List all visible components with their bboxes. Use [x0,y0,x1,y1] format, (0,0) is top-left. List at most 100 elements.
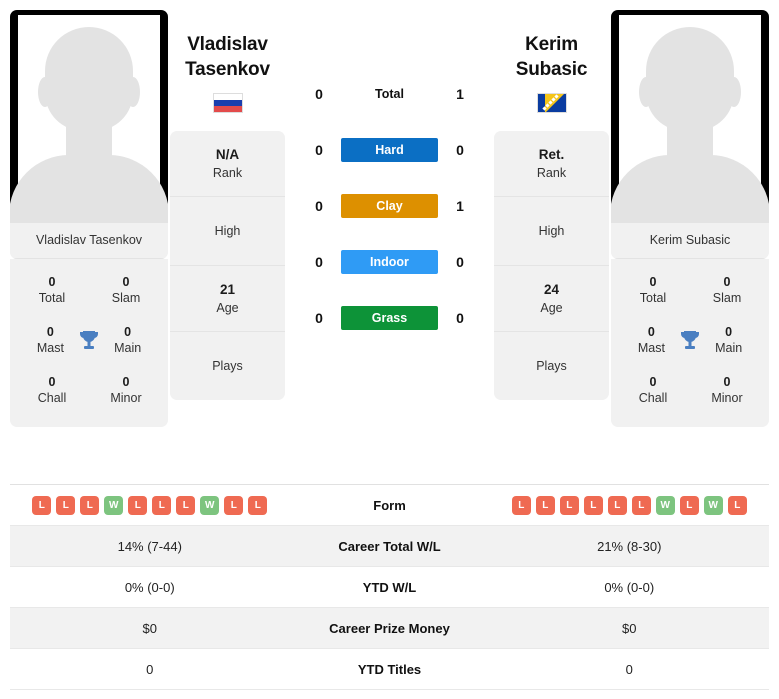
h2h-row-grass: 0 Grass 0 [287,290,492,346]
right-titles-chall: 0 Chall [625,374,681,407]
left-career_prize_money-value: $0 [142,620,157,636]
h2h-right-score: 0 [456,254,464,270]
left-titles-chall-value: 0 [48,375,56,389]
right-titles-minor: 0 Minor [699,374,755,407]
russia-flag-icon [212,93,243,113]
left-titles-slam-value: 0 [122,275,130,289]
right-ytd_titles-value: 0 [625,661,633,677]
right-career_prize_money-value: $0 [622,620,637,636]
right-age-label: Age [540,301,563,315]
right-titles-total-value: 0 [649,275,657,289]
right-high-cell: High [494,197,609,266]
left-titles-main: 0 Main [101,324,154,357]
right-titles-mast: 0 Mast [625,324,678,357]
comparison-header: Vladislav Tasenkov 0 Total 0 Slam 0 Mast… [0,0,779,472]
right-form-value: LLLLLLWLWL [490,495,770,515]
form-badge-l[interactable]: L [583,495,603,515]
left-player-photo [10,10,168,223]
left-rank-value: N/A [215,147,240,162]
right-titles-main: 0 Main [702,324,755,357]
form-badge-l[interactable]: L [224,495,244,515]
form-badge-l[interactable]: L [511,495,531,515]
right-high-label: High [538,224,565,238]
form-badge-l[interactable]: L [176,495,196,515]
form-badge-l[interactable]: L [679,495,699,515]
left-titles-main-label: Main [114,341,142,355]
left-form-strip: LLLWLLLWLL [10,495,290,515]
right-titles-row-1: 0 Total 0 Slam [611,265,769,315]
right-player-info-column: Kerim Subasic Ret. Rank High 24 Age Play… [494,10,609,400]
form-badge-l[interactable]: L [80,495,100,515]
right-form-strip: LLLLLLWLWL [490,495,770,515]
trophy-icon [77,326,102,356]
surface-badge-hard[interactable]: Hard [341,138,438,162]
right-age-cell: 24 Age [494,266,609,332]
stat-label: Career Prize Money [329,620,450,636]
form-badge-l[interactable]: L [152,495,172,515]
surface-badge-grass[interactable]: Grass [341,306,438,330]
left-player-last-name: Tasenkov [185,59,270,80]
form-badge-l[interactable]: L [631,495,651,515]
left-player-first-name: Vladislav [187,34,268,55]
h2h-right-score: 0 [456,310,464,326]
left-plays-label: Plays [212,359,243,373]
right-rank-value: Ret. [538,147,565,162]
h2h-left-score: 0 [315,310,323,326]
left-rank-label: Rank [212,166,243,180]
right-titles-card: 0 Total 0 Slam 0 Mast 0 Main 0 Chall 0 M… [611,259,769,427]
right-player-name: Kerim Subasic [611,223,769,259]
left-ytd_wl-value: 0% (0-0) [124,579,175,595]
left-player-name: Vladislav Tasenkov [10,223,168,259]
right-player-photo-card: Kerim Subasic [611,10,769,259]
right-plays-cell: Plays [494,332,609,400]
form-badge-l[interactable]: L [607,495,627,515]
left-age-label: Age [216,301,239,315]
form-badge-l[interactable]: L [32,495,52,515]
h2h-row-total: 0 Total 1 [287,66,492,122]
left-titles-chall-label: Chall [37,391,67,405]
left-titles-minor-label: Minor [110,391,142,405]
right-titles-slam: 0 Slam [699,274,755,307]
table-row: 0% (0-0) YTD W/L 0% (0-0) [10,567,769,608]
right-titles-slam-label: Slam [712,291,742,305]
right-titles-mast-label: Mast [637,341,665,355]
left-high-label: High [214,224,241,238]
form-badge-w[interactable]: W [703,495,723,515]
left-titles-total: 0 Total [24,274,80,307]
surface-badge-total[interactable]: Total [341,82,438,106]
left-titles-minor: 0 Minor [98,374,154,407]
left-titles-slam-label: Slam [111,291,141,305]
left-form-value: LLLWLLLWLL [10,495,290,515]
stat-label: Career Total W/L [338,538,441,554]
h2h-left-score: 0 [315,254,323,270]
bosnia-flag-icon [536,93,567,113]
right-titles-minor-value: 0 [723,375,731,389]
stat-label: Form [373,497,406,513]
right-player-photo [611,10,769,223]
form-badge-w[interactable]: W [200,495,220,515]
right-ytd_wl-value: 0% (0-0) [604,579,655,595]
form-badge-l[interactable]: L [727,495,747,515]
head-to-head-surfaces: 0 Total 1 0 Hard 0 0 Clay 1 0 Indoor 0 0 Grass 0 [287,10,492,346]
form-badge-l[interactable]: L [535,495,555,515]
form-badge-l[interactable]: L [128,495,148,515]
h2h-left-score: 0 [315,142,323,158]
h2h-right-score: 1 [456,86,464,102]
left-titles-card: 0 Total 0 Slam 0 Mast 0 Main 0 Chall 0 M… [10,259,168,427]
form-badge-w[interactable]: W [655,495,675,515]
h2h-row-indoor: 0 Indoor 0 [287,234,492,290]
form-badge-l[interactable]: L [56,495,76,515]
form-badge-l[interactable]: L [559,495,579,515]
left-ytd_titles-value: 0 [146,661,154,677]
form-badge-w[interactable]: W [104,495,124,515]
left-titles-mast-value: 0 [46,325,54,339]
left-titles-main-value: 0 [124,325,132,339]
left-info-card: N/A Rank High 21 Age Plays [170,131,285,400]
left-titles-chall: 0 Chall [24,374,80,407]
form-badge-l[interactable]: L [248,495,268,515]
surface-badge-clay[interactable]: Clay [341,194,438,218]
table-row: L L L W L L L W L L Form L L L L L L W L W L [10,485,769,526]
right-plays-label: Plays [536,359,567,373]
right-age-value: 24 [543,282,560,297]
surface-badge-indoor[interactable]: Indoor [341,250,438,274]
